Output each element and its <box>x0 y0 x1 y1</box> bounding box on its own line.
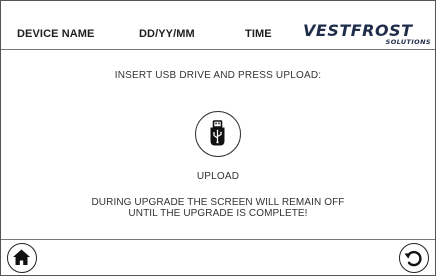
screen: DEVICE NAME DD/YY/MM TIME VESTFROST SOLU… <box>0 0 436 276</box>
footer-divider <box>1 239 435 240</box>
upgrade-warning: DURING UPGRADE THE SCREEN WILL REMAIN OF… <box>1 197 435 219</box>
upload-button[interactable] <box>195 111 241 157</box>
date-label: DD/YY/MM <box>139 28 195 40</box>
device-name-label: DEVICE NAME <box>17 28 95 40</box>
time-label: TIME <box>245 28 272 40</box>
home-button[interactable] <box>7 243 37 273</box>
usb-instruction-text: INSERT USB DRIVE AND PRESS UPLOAD: <box>114 70 322 81</box>
upload-label: UPLOAD <box>196 171 240 182</box>
back-button[interactable] <box>399 243 429 273</box>
brand-logo: VESTFROST SOLUTIONS <box>303 21 433 47</box>
logo-subtitle: SOLUTIONS <box>385 38 431 46</box>
home-icon <box>13 249 30 265</box>
header-bar: DEVICE NAME DD/YY/MM TIME VESTFROST SOLU… <box>1 1 435 50</box>
warning-line-2: UNTIL THE UPGRADE IS COMPLETE! <box>128 208 308 219</box>
warning-line-1: DURING UPGRADE THE SCREEN WILL REMAIN OF… <box>91 197 345 208</box>
back-arrow-icon <box>404 250 422 267</box>
usb-drive-icon <box>210 120 225 146</box>
